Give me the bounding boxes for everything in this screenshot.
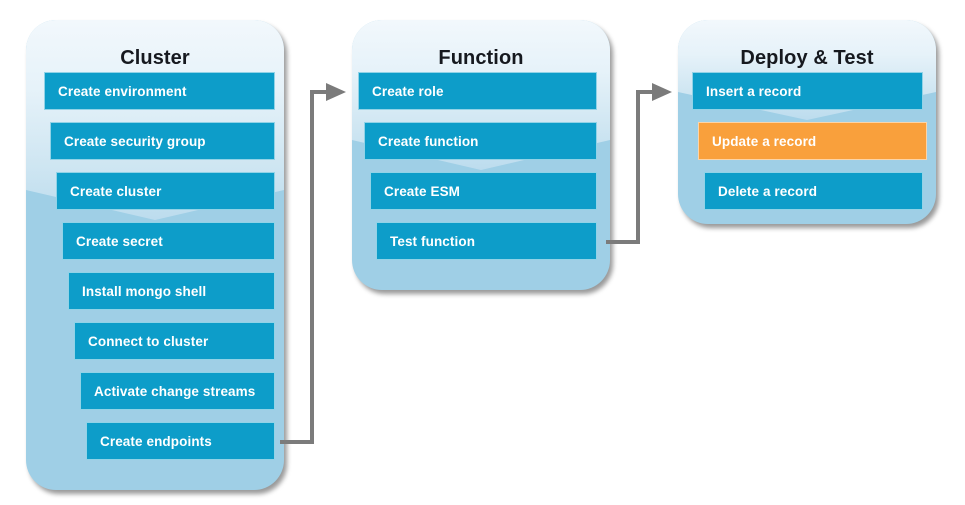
panel-function-title: Function bbox=[438, 47, 524, 69]
arrowhead-icon bbox=[326, 83, 346, 101]
step-chip-create-function[interactable]: Create function bbox=[364, 122, 597, 160]
step-chip-label: Create ESM bbox=[384, 183, 461, 199]
step-chip-update-a-record[interactable]: Update a record bbox=[698, 122, 927, 160]
step-chip-label: Create cluster bbox=[70, 183, 162, 199]
step-chip-label: Create environment bbox=[58, 83, 187, 99]
step-chip-connect-to-cluster[interactable]: Connect to cluster bbox=[74, 322, 275, 360]
step-chip-label: Create function bbox=[378, 133, 479, 149]
step-chip-label: Create role bbox=[372, 83, 444, 99]
step-chip-label: Update a record bbox=[712, 133, 817, 149]
connector-line-function-to-deploy-test bbox=[606, 90, 654, 244]
step-chip-label: Test function bbox=[390, 233, 476, 249]
step-chip-activate-change-streams[interactable]: Activate change streams bbox=[80, 372, 275, 410]
step-chip-label: Delete a record bbox=[718, 183, 818, 199]
step-chip-label: Connect to cluster bbox=[88, 333, 209, 349]
connector-line-cluster-to-function bbox=[280, 90, 328, 444]
step-chip-create-security-group[interactable]: Create security group bbox=[50, 122, 275, 160]
step-chip-label: Create secret bbox=[76, 233, 163, 249]
step-chip-label: Install mongo shell bbox=[82, 283, 207, 299]
step-chip-insert-a-record[interactable]: Insert a record bbox=[692, 72, 923, 110]
step-chip-create-environment[interactable]: Create environment bbox=[44, 72, 275, 110]
step-chip-create-secret[interactable]: Create secret bbox=[62, 222, 275, 260]
step-chip-label: Create endpoints bbox=[100, 433, 212, 449]
step-chip-create-cluster[interactable]: Create cluster bbox=[56, 172, 275, 210]
step-chip-label: Activate change streams bbox=[94, 383, 256, 399]
step-chip-label: Create security group bbox=[64, 133, 206, 149]
step-chip-create-role[interactable]: Create role bbox=[358, 72, 597, 110]
arrowhead-icon bbox=[652, 83, 672, 101]
step-chip-test-function[interactable]: Test function bbox=[376, 222, 597, 260]
panel-cluster-title: Cluster bbox=[120, 47, 190, 69]
connector-function-to-deploy-test bbox=[606, 83, 672, 244]
step-chip-install-mongo-shell[interactable]: Install mongo shell bbox=[68, 272, 275, 310]
step-chip-label: Insert a record bbox=[706, 83, 802, 99]
step-chip-create-endpoints[interactable]: Create endpoints bbox=[86, 422, 275, 460]
step-chip-delete-a-record[interactable]: Delete a record bbox=[704, 172, 923, 210]
diagram-canvas: Cluster Create environment Create securi… bbox=[0, 0, 965, 505]
connector-cluster-to-function bbox=[280, 83, 346, 444]
step-chip-create-esm[interactable]: Create ESM bbox=[370, 172, 597, 210]
panel-deploy-test-title: Deploy & Test bbox=[740, 47, 874, 69]
